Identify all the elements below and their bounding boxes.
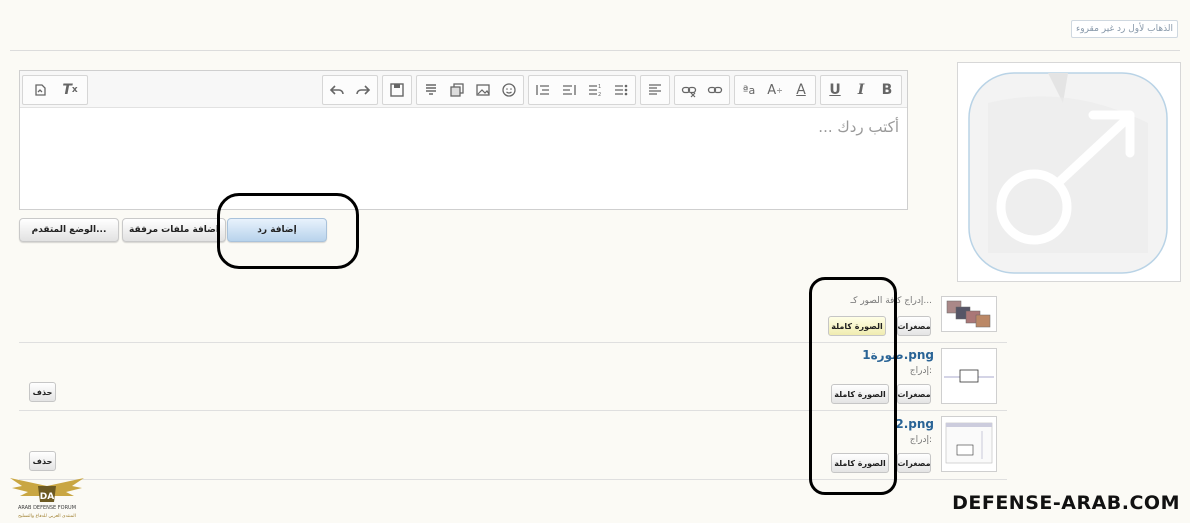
delete-attachment-button[interactable]: حذف xyxy=(29,382,56,402)
font-size-icon[interactable]: A ÷ xyxy=(762,76,788,104)
male-avatar-icon xyxy=(968,72,1168,274)
outdent-icon[interactable] xyxy=(530,76,556,104)
insert-thumbnail-button[interactable]: مصغرات xyxy=(897,384,931,404)
first-unread-link[interactable]: الذهاب لأول رد غير مقروء xyxy=(1071,20,1179,38)
bold-icon[interactable]: B xyxy=(874,76,900,104)
toolbar-group-links xyxy=(674,75,730,105)
toolbar-group-source: Tx xyxy=(22,75,88,105)
advanced-mode-button[interactable]: الوضع المتقدم... xyxy=(19,218,119,242)
remove-format-icon[interactable]: Tx xyxy=(57,76,83,104)
add-attachments-button[interactable]: اضافة ملفات مرفقة xyxy=(122,218,226,242)
align-icon[interactable] xyxy=(642,76,668,104)
user-avatar xyxy=(957,62,1181,282)
toolbar-group-format: U I B xyxy=(820,75,902,105)
editor-toolbar: Tx 1 2 ª a A ÷ A U I B xyxy=(20,71,907,108)
svg-text:DA: DA xyxy=(40,492,54,502)
numbered-list-icon[interactable]: 12 xyxy=(582,76,608,104)
text-color-icon[interactable]: A xyxy=(788,76,814,104)
svg-text:2: 2 xyxy=(598,92,601,98)
toolbar-group-history xyxy=(322,75,378,105)
toolbar-group-lists: 12 xyxy=(528,75,636,105)
attachment-thumbnail[interactable] xyxy=(941,348,997,404)
redo-icon[interactable] xyxy=(350,76,376,104)
insert-label: إدراج: xyxy=(909,435,932,445)
annotation-circle-insert xyxy=(809,277,897,495)
gallery-icon[interactable] xyxy=(444,76,470,104)
insert-thumbnail-button[interactable]: مصغرات xyxy=(897,453,931,473)
toolbar-group-save xyxy=(382,75,412,105)
indent-icon[interactable] xyxy=(556,76,582,104)
image-icon[interactable] xyxy=(470,76,496,104)
annotation-circle-reply xyxy=(217,193,359,269)
underline-icon[interactable]: U xyxy=(822,76,848,104)
bullet-list-icon[interactable] xyxy=(608,76,634,104)
insert-label: إدراج: xyxy=(909,366,932,376)
switch-mode-icon[interactable] xyxy=(27,76,53,104)
attachment-thumbnail[interactable] xyxy=(941,416,997,472)
toolbar-group-font: ªa A ÷ A xyxy=(734,75,816,105)
toolbar-group-media xyxy=(416,75,524,105)
font-family-icon[interactable]: ªa xyxy=(736,76,762,104)
forum-logo: DA ARAB DEFENSE FORUM المنتدى العربي للد… xyxy=(8,452,86,520)
insert-thumbnails-button[interactable]: مصغرات xyxy=(897,316,931,336)
unlink-icon[interactable] xyxy=(676,76,702,104)
svg-text:1: 1 xyxy=(598,84,601,90)
attachments-thumbnail-stack xyxy=(941,296,997,332)
quote-icon[interactable] xyxy=(418,76,444,104)
smiley-icon[interactable] xyxy=(496,76,522,104)
toolbar-group-align xyxy=(640,75,670,105)
save-draft-icon[interactable] xyxy=(384,76,410,104)
reply-editor: Tx 1 2 ª a A ÷ A U I B أكتب ردك ... xyxy=(19,70,908,210)
link-icon[interactable] xyxy=(702,76,728,104)
svg-text:المنتدى العربي للدفاع والتسليح: المنتدى العربي للدفاع والتسليح xyxy=(18,514,76,519)
italic-icon[interactable]: I xyxy=(848,76,874,104)
reply-textarea[interactable]: أكتب ردك ... xyxy=(20,108,907,208)
site-watermark: DEFENSE-ARAB.COM xyxy=(952,492,1180,514)
divider xyxy=(10,50,1180,51)
attachment-filename[interactable]: 2.png xyxy=(895,417,934,431)
undo-icon[interactable] xyxy=(324,76,350,104)
svg-text:ARAB DEFENSE FORUM: ARAB DEFENSE FORUM xyxy=(18,505,76,511)
reply-placeholder: أكتب ردك ... xyxy=(818,118,899,136)
